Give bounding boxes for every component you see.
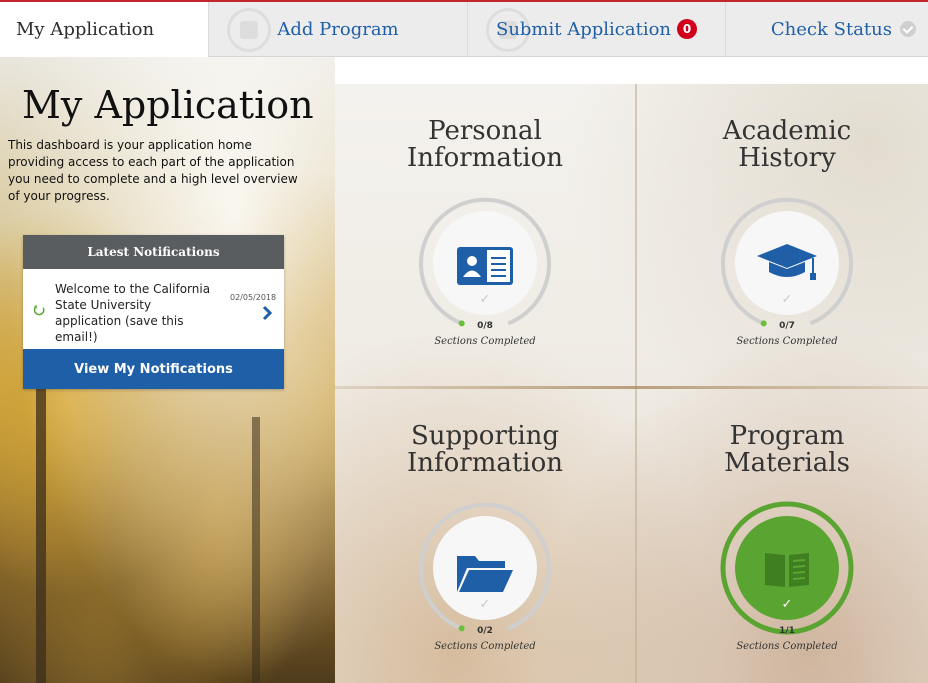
section-title: Program Materials bbox=[724, 421, 850, 478]
tab-label: My Application bbox=[16, 19, 155, 40]
section-caption: Sections Completed bbox=[736, 641, 838, 652]
notifications-panel: Latest Notifications Welcome to the Cali… bbox=[23, 235, 284, 389]
tab-label: Check Status bbox=[770, 18, 892, 40]
section-count: 0/7 bbox=[779, 321, 795, 331]
section-count: 1/1 bbox=[779, 626, 795, 636]
id-card-icon bbox=[457, 247, 513, 285]
background-tree-trunk bbox=[36, 387, 46, 683]
checkmark-icon: ✓ bbox=[781, 597, 793, 612]
page-title: My Application bbox=[22, 83, 314, 127]
sections-grid: Personal Information ✓ 0/8 Sections Compl… bbox=[335, 84, 928, 683]
section-program-materials[interactable]: Program Materials ✓ 1/1 Sections Complete… bbox=[637, 389, 928, 683]
section-supporting-information[interactable]: Supporting Information ✓ 0/2 Sections Com… bbox=[335, 389, 635, 683]
section-personal-information[interactable]: Personal Information ✓ 0/8 Sections Compl… bbox=[335, 84, 635, 386]
section-title: Personal Information bbox=[406, 116, 564, 173]
section-count: 0/2 bbox=[477, 626, 493, 636]
section-academic-history[interactable]: Academic History ✓ 0/7 Sections Completed bbox=[637, 84, 928, 386]
section-caption: Sections Completed bbox=[434, 336, 536, 347]
checkmark-icon: ✓ bbox=[781, 292, 793, 307]
folder-icon bbox=[457, 556, 513, 592]
tab-label: Submit Application bbox=[495, 18, 672, 40]
document-icon bbox=[227, 8, 271, 52]
background-tree-trunk bbox=[252, 417, 260, 683]
checkmark-icon: ✓ bbox=[479, 292, 491, 307]
checkmark-icon: ✓ bbox=[479, 597, 491, 612]
tab-submit-application[interactable]: Submit Application 0 bbox=[468, 2, 726, 57]
top-navigation: My Application Add Program Submit Applic… bbox=[0, 0, 928, 57]
tab-add-program[interactable]: Add Program bbox=[209, 2, 468, 57]
tab-label: Add Program bbox=[277, 18, 399, 40]
section-title: Supporting Information bbox=[406, 421, 564, 478]
section-count: 0/8 bbox=[477, 321, 493, 331]
graduation-cap-icon bbox=[757, 244, 817, 280]
tab-check-status[interactable]: Check Status bbox=[726, 2, 928, 57]
section-caption: Sections Completed bbox=[736, 336, 838, 347]
book-icon bbox=[765, 553, 809, 587]
refresh-icon bbox=[33, 304, 45, 316]
sidebar: My Application This dashboard is your ap… bbox=[0, 57, 335, 683]
notification-date: 02/05/2018 bbox=[230, 293, 277, 302]
chevron-right-icon[interactable] bbox=[261, 305, 273, 321]
section-caption: Sections Completed bbox=[434, 641, 536, 652]
notification-item[interactable]: Welcome to the California State Universi… bbox=[23, 269, 284, 349]
section-title: Academic History bbox=[722, 116, 852, 173]
intro-text: This dashboard is your application home … bbox=[8, 138, 298, 203]
notifications-header: Latest Notifications bbox=[23, 235, 284, 269]
view-notifications-button[interactable]: View My Notifications bbox=[23, 349, 284, 389]
tab-my-application[interactable]: My Application bbox=[0, 2, 209, 57]
notification-text: Welcome to the California State Universi… bbox=[55, 282, 211, 344]
check-circle-icon bbox=[900, 21, 916, 37]
notification-badge: 0 bbox=[677, 19, 698, 39]
